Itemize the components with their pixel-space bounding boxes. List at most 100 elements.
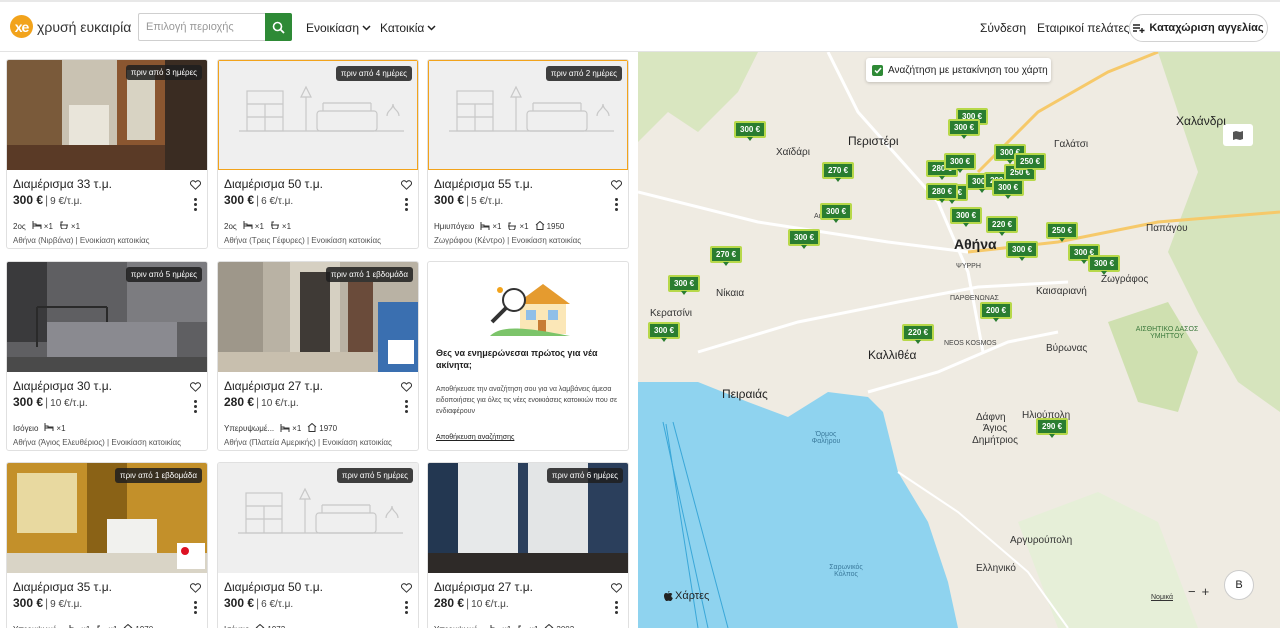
- favorite-heart-icon[interactable]: [189, 177, 202, 195]
- price-value: 280 €: [434, 596, 465, 610]
- price-pin[interactable]: 300 €: [668, 275, 701, 295]
- listing-title[interactable]: Διαμέρισμα 50 τ.μ.: [224, 177, 323, 191]
- more-options-icon[interactable]: [405, 601, 408, 616]
- price-value: 300 €: [434, 193, 465, 207]
- listing-photo[interactable]: πριν από 4 ημέρες: [218, 60, 418, 170]
- listing-photo[interactable]: πριν από 1 εβδομάδα: [7, 463, 207, 573]
- build-year: 1970: [307, 422, 337, 434]
- bath-icon: [507, 222, 517, 232]
- rent-dropdown[interactable]: Ενοικίαση: [306, 21, 371, 35]
- promo-title: Θες να ενημερώνεσαι πρώτος για νέα ακίνη…: [436, 348, 598, 370]
- price-pin[interactable]: 270 €: [710, 246, 743, 266]
- listing-title[interactable]: Διαμέρισμα 33 τ.μ.: [13, 177, 112, 191]
- save-search-promo: Θες να ενημερώνεσαι πρώτος για νέα ακίνη…: [427, 261, 629, 451]
- price-pin[interactable]: 250 €: [1046, 222, 1079, 242]
- listing-title[interactable]: Διαμέρισμα 50 τ.μ.: [224, 580, 323, 594]
- listing-title[interactable]: Διαμέρισμα 27 τ.μ.: [434, 580, 533, 594]
- listing-photo[interactable]: πριν από 3 ημέρες: [7, 60, 207, 170]
- house-icon: [123, 623, 133, 628]
- favorite-heart-icon[interactable]: [400, 379, 413, 397]
- map-type-button[interactable]: [1223, 124, 1253, 146]
- map-label-athens: Αθήνα: [954, 236, 997, 252]
- listing-card[interactable]: πριν από 1 εβδομάδα Διαμέρισμα 35 τ.μ. 3…: [6, 462, 208, 628]
- listing-photo[interactable]: πριν από 5 ημέρες: [218, 463, 418, 573]
- business-clients-link[interactable]: Εταιρικοί πελάτες: [1037, 21, 1129, 35]
- price-pin[interactable]: 300 €: [648, 322, 681, 342]
- price-pin[interactable]: 300 €: [1006, 241, 1039, 261]
- price-pin[interactable]: 270 €: [822, 162, 855, 182]
- checkbox-checked-icon: [872, 64, 883, 76]
- listing-title[interactable]: Διαμέρισμα 55 τ.μ.: [434, 177, 533, 191]
- price-pin[interactable]: 220 €: [986, 216, 1019, 236]
- search-button[interactable]: [265, 13, 292, 41]
- post-ad-button[interactable]: Καταχώριση αγγελίας: [1129, 14, 1268, 42]
- price-pin[interactable]: 300 €: [788, 229, 821, 249]
- posted-ago-badge: πριν από 3 ημέρες: [125, 65, 202, 80]
- price-pin[interactable]: 300 €: [734, 121, 767, 141]
- more-options-icon[interactable]: [615, 198, 618, 213]
- price-pin[interactable]: 300 €: [950, 207, 983, 227]
- listing-card[interactable]: πριν από 4 ημέρες Διαμέρισμα 50 τ.μ. 300…: [217, 59, 419, 249]
- zoom-in-button[interactable]: +: [1202, 584, 1210, 599]
- price-pin[interactable]: 300 €: [948, 119, 981, 139]
- listing-title[interactable]: Διαμέρισμα 27 τ.μ.: [224, 379, 323, 393]
- listing-card[interactable]: πριν από 2 ημέρες Διαμέρισμα 55 τ.μ. 300…: [427, 59, 629, 249]
- listing-photo[interactable]: πριν από 6 ημέρες: [428, 463, 628, 573]
- price-value: 300 €: [224, 596, 255, 610]
- zoom-out-button[interactable]: −: [1188, 584, 1196, 599]
- listing-card[interactable]: πριν από 5 ημέρες Διαμέρισμα 30 τ.μ. 300…: [6, 261, 208, 451]
- floor: Υπερυψωμέ...: [224, 424, 275, 433]
- listing-card[interactable]: πριν από 1 εβδομάδα Διαμέρισμα 27 τ.μ. 2…: [217, 261, 419, 451]
- more-options-icon[interactable]: [405, 400, 408, 415]
- area-search-input[interactable]: [138, 13, 265, 41]
- more-options-icon[interactable]: [405, 198, 408, 213]
- favorite-heart-icon[interactable]: [610, 580, 623, 598]
- favorite-heart-icon[interactable]: [610, 177, 623, 195]
- listing-price: 300 € | 9 €/τ.μ.: [13, 193, 83, 207]
- listing-photo[interactable]: πριν από 5 ημέρες: [7, 262, 207, 372]
- bath-icon: [517, 625, 527, 628]
- search-on-map-move-toggle[interactable]: Αναζήτηση με μετακίνηση του χάρτη: [866, 58, 1051, 82]
- compass-button[interactable]: Β: [1224, 570, 1254, 600]
- house-icon: [255, 623, 265, 628]
- map-label-ormos: Όρμος Φαλήρου: [811, 431, 841, 445]
- favorite-heart-icon[interactable]: [189, 580, 202, 598]
- bed-icon: [490, 624, 500, 628]
- listing-card[interactable]: πριν από 6 ημέρες Διαμέρισμα 27 τ.μ. 280…: [427, 462, 629, 628]
- more-options-icon[interactable]: [615, 601, 618, 616]
- listing-card[interactable]: πριν από 3 ημέρες Διαμέρισμα 33 τ.μ. 300…: [6, 59, 208, 249]
- favorite-heart-icon[interactable]: [400, 177, 413, 195]
- price-pin[interactable]: 300 €: [820, 203, 853, 223]
- build-year-value: 1950: [546, 222, 565, 231]
- login-link[interactable]: Σύνδεση: [980, 21, 1026, 35]
- site-logo[interactable]: xe χρυσή ευκαιρία: [10, 15, 131, 38]
- price-pin[interactable]: 250 €: [1014, 153, 1047, 173]
- favorite-heart-icon[interactable]: [400, 580, 413, 598]
- price-per-sqm: 9 €/τ.μ.: [50, 196, 83, 207]
- price-pin[interactable]: 300 €: [1088, 255, 1121, 275]
- more-options-icon[interactable]: [194, 198, 197, 213]
- favorite-heart-icon[interactable]: [189, 379, 202, 397]
- price-pin[interactable]: 220 €: [902, 324, 935, 344]
- listing-title[interactable]: Διαμέρισμα 30 τ.μ.: [13, 379, 112, 393]
- listing-card[interactable]: πριν από 5 ημέρες Διαμέρισμα 50 τ.μ. 300…: [217, 462, 419, 628]
- price-pin[interactable]: 300 €: [944, 153, 977, 173]
- save-search-link[interactable]: Αποθήκευση αναζήτησης: [436, 434, 514, 441]
- price-pin[interactable]: 280 €: [926, 183, 959, 203]
- listing-photo[interactable]: πριν από 1 εβδομάδα: [218, 262, 418, 372]
- listing-title[interactable]: Διαμέρισμα 35 τ.μ.: [13, 580, 112, 594]
- bedrooms-count: ×1: [56, 423, 66, 433]
- map-legal-link[interactable]: Νομικά: [1151, 594, 1173, 601]
- price-pin[interactable]: 290 €: [1036, 418, 1069, 438]
- price-pin[interactable]: 300 €: [992, 179, 1025, 199]
- listing-results: πριν από 3 ημέρες Διαμέρισμα 33 τ.μ. 300…: [0, 52, 638, 628]
- floor: 2ος: [13, 221, 26, 231]
- price-pin[interactable]: 200 €: [980, 302, 1013, 322]
- chevron-down-icon: [362, 25, 371, 31]
- more-options-icon[interactable]: [194, 601, 197, 616]
- more-options-icon[interactable]: [194, 400, 197, 415]
- property-type-dropdown[interactable]: Κατοικία: [380, 21, 436, 35]
- listing-photo[interactable]: πριν από 2 ημέρες: [428, 60, 628, 170]
- results-map[interactable]: Αναζήτηση με μετακίνηση του χάρτη Περιστ…: [638, 52, 1280, 628]
- listing-location: Αθήνα (Νιρβάνα) | Ενοικίαση κατοικίας: [13, 236, 150, 245]
